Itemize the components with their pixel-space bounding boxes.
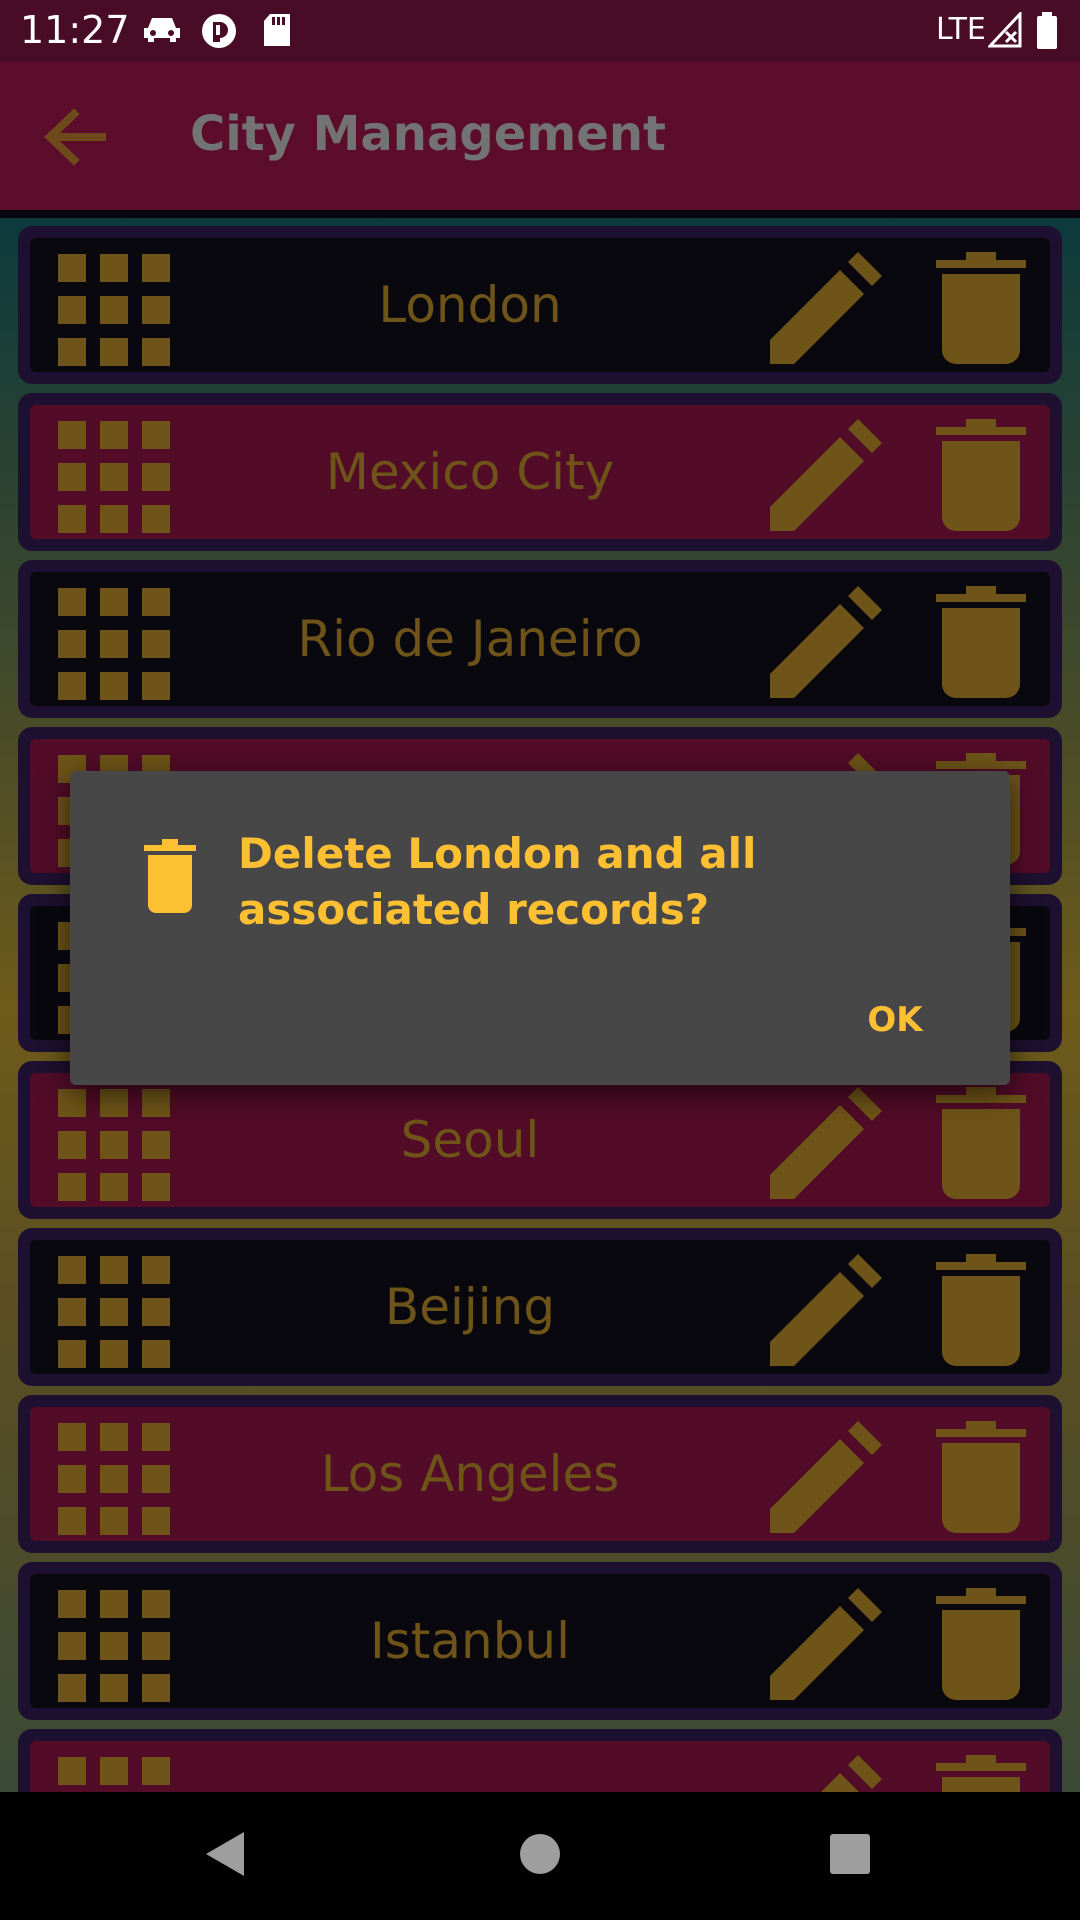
city-card[interactable]: Los Angeles — [30, 1407, 1050, 1541]
pencil-icon[interactable] — [770, 1421, 882, 1533]
trash-icon[interactable] — [936, 586, 1026, 698]
trash-icon — [144, 839, 196, 913]
trash-icon[interactable] — [936, 1254, 1026, 1366]
city-row[interactable]: Istanbul — [18, 1562, 1062, 1720]
pencil-icon[interactable] — [770, 252, 882, 364]
city-card[interactable]: Beijing — [30, 1240, 1050, 1374]
city-row[interactable]: Rio de Janeiro — [18, 560, 1062, 718]
back-triangle-icon[interactable] — [196, 1824, 256, 1884]
city-row[interactable]: Los Angeles — [18, 1395, 1062, 1553]
pencil-icon[interactable] — [770, 419, 882, 531]
pencil-icon[interactable] — [770, 1254, 882, 1366]
city-card[interactable]: London — [30, 238, 1050, 372]
city-row[interactable] — [18, 1729, 1062, 1792]
pencil-icon[interactable] — [770, 1755, 882, 1792]
car-icon — [144, 18, 180, 42]
sd-card-icon — [264, 14, 290, 46]
city-card[interactable]: Rio de Janeiro — [30, 572, 1050, 706]
city-card[interactable]: Mexico City — [30, 405, 1050, 539]
dialog-message: Delete London and all associated records… — [238, 829, 757, 934]
trash-icon[interactable] — [936, 1087, 1026, 1199]
app-bar-divider — [0, 210, 1080, 218]
page-title: City Management — [190, 106, 666, 162]
network-type: LTE — [936, 12, 986, 47]
home-circle-icon[interactable] — [510, 1824, 570, 1884]
trash-icon[interactable] — [936, 419, 1026, 531]
city-card[interactable]: Seoul — [30, 1073, 1050, 1207]
status-time: 11:27 — [20, 8, 130, 52]
city-card[interactable] — [30, 1741, 1050, 1792]
city-card[interactable]: Istanbul — [30, 1574, 1050, 1708]
status-bar: 11:27 LTE — [0, 0, 1080, 62]
arrow-back-icon[interactable] — [40, 102, 110, 172]
ok-button[interactable]: OK — [840, 985, 950, 1055]
trash-icon[interactable] — [936, 1421, 1026, 1533]
pencil-icon[interactable] — [770, 1588, 882, 1700]
trash-icon[interactable] — [936, 1755, 1026, 1792]
pencil-icon[interactable] — [770, 586, 882, 698]
pocket-icon — [202, 14, 236, 48]
trash-icon[interactable] — [936, 252, 1026, 364]
city-row[interactable]: Mexico City — [18, 393, 1062, 551]
city-row[interactable]: Beijing — [18, 1228, 1062, 1386]
pencil-icon[interactable] — [770, 1087, 882, 1199]
navigation-bar — [0, 1792, 1080, 1920]
battery-icon — [1037, 12, 1057, 49]
delete-confirm-dialog: Delete London and all associated records… — [70, 771, 1010, 1085]
recents-square-icon[interactable] — [820, 1824, 880, 1884]
app-bar: City Management — [0, 62, 1080, 210]
city-row[interactable]: London — [18, 226, 1062, 384]
trash-icon[interactable] — [936, 1588, 1026, 1700]
signal-icon — [988, 12, 1022, 48]
